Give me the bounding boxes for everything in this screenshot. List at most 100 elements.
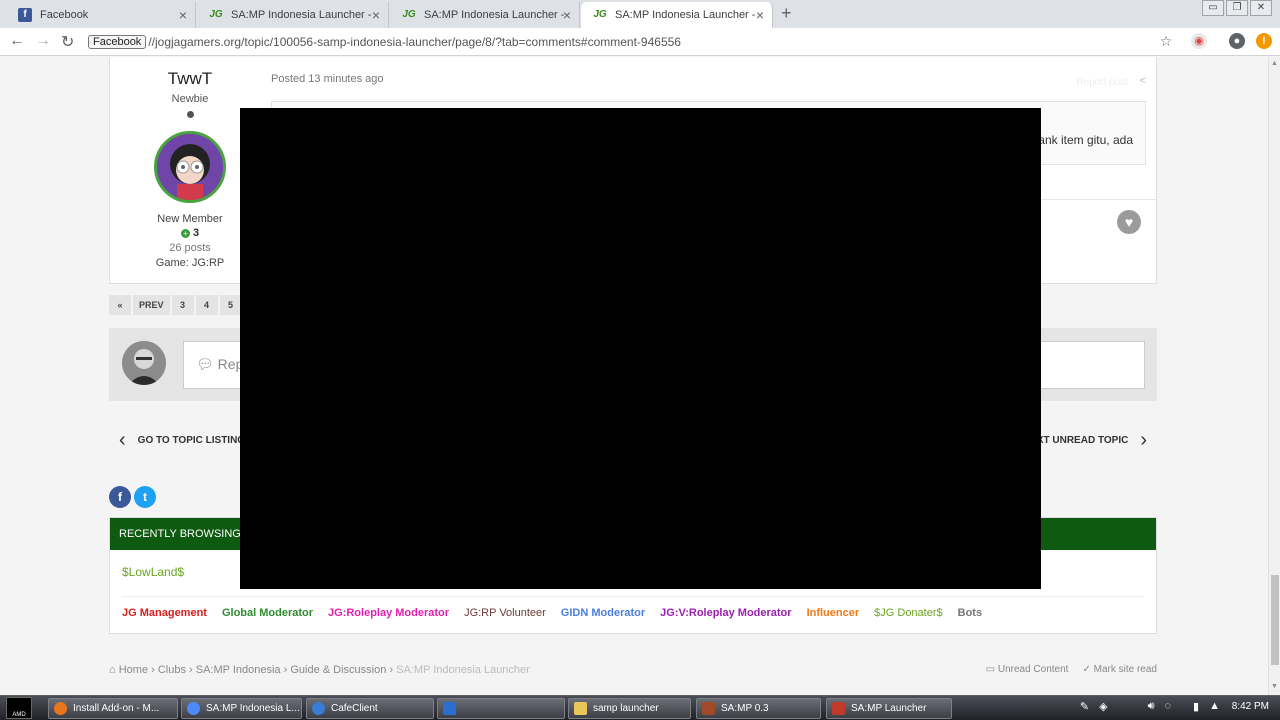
- jg-icon: JG: [402, 9, 416, 20]
- scroll-thumb[interactable]: [1271, 575, 1279, 665]
- pen-icon[interactable]: ✎: [1080, 700, 1089, 713]
- taskbar-item-samp[interactable]: SA:MP 0.3: [696, 698, 821, 719]
- breadcrumb: ⌂ Home › Clubs › SA:MP Indonesia › Guide…: [109, 664, 530, 676]
- chevron-left-icon: ‹: [119, 429, 126, 451]
- new-tab-button[interactable]: +: [781, 3, 792, 24]
- tab-samp-launcher-page[interactable]: JG SA:MP Indonesia Launcher - Pag ×: [197, 2, 389, 28]
- author-rank: Newbie: [171, 93, 209, 105]
- extension-icon[interactable]: ◉: [1191, 33, 1207, 49]
- page-button-5[interactable]: 5: [219, 295, 242, 315]
- reputation-value: 3: [192, 227, 200, 239]
- breadcrumb-clubs[interactable]: Clubs: [158, 664, 186, 676]
- legend-divider: [122, 596, 1144, 597]
- update-alert-icon[interactable]: !: [1256, 33, 1272, 49]
- prev-page-button[interactable]: PREV: [133, 295, 170, 315]
- browser-toolbar: ← → ↻ Facebook //jogjagamers.org/topic/1…: [0, 28, 1280, 56]
- firefox-icon: [54, 702, 67, 715]
- scroll-down-icon[interactable]: ▼: [1271, 683, 1278, 690]
- chrome-icon: [187, 702, 200, 715]
- url-text: //jogjagamers.org/topic/100056-samp-indo…: [148, 35, 681, 49]
- taskbar-item-firefox[interactable]: Install Add-on - M...: [48, 698, 178, 719]
- current-user-avatar[interactable]: [122, 341, 166, 385]
- page-button-3[interactable]: 3: [171, 295, 194, 315]
- bookmark-star-icon[interactable]: ☆: [1158, 33, 1174, 49]
- legend-influencer: Influencer: [806, 607, 860, 619]
- report-post-link[interactable]: Report post: [1076, 77, 1128, 88]
- window-controls: ▭ ❐ ✕: [1202, 0, 1272, 16]
- close-icon[interactable]: ×: [372, 7, 380, 23]
- tab-samp-launcher-guide[interactable]: JG SA:MP Indonesia Launcher - Guic ×: [390, 2, 580, 28]
- facebook-icon: f: [18, 8, 32, 22]
- jg-icon: JG: [593, 9, 607, 20]
- taskbar-item-cafeclient[interactable]: CafeClient: [306, 698, 434, 719]
- sync-icon[interactable]: ◌: [1165, 700, 1172, 713]
- page-scrollbar[interactable]: ▲ ▼: [1268, 57, 1280, 695]
- browsing-user[interactable]: $LowLand$: [122, 565, 184, 579]
- recently-browsing-title: RECENTLY BROWSING: [119, 528, 241, 540]
- legend-gidn-moderator: GIDN Moderator: [560, 607, 646, 619]
- unread-content-link[interactable]: ▭ Unread Content: [986, 664, 1069, 675]
- group-legend: JG Management Global Moderator JG:Rolepl…: [122, 607, 982, 619]
- topic-listing-label: GO TO TOPIC LISTING: [137, 435, 246, 446]
- battery-icon[interactable]: ▮: [1193, 700, 1199, 713]
- next-unread-topic-link[interactable]: EXT UNREAD TOPIC ›: [1030, 429, 1147, 452]
- close-icon[interactable]: ×: [563, 7, 571, 23]
- breadcrumb-home[interactable]: Home: [119, 664, 148, 676]
- social-share: f t: [109, 486, 156, 508]
- taskbar: AMD Install Add-on - M... SA:MP Indonesi…: [0, 695, 1280, 720]
- breadcrumb-current: SA:MP Indonesia Launcher: [396, 664, 530, 676]
- browser-tab-bar: f Facebook × JG SA:MP Indonesia Launcher…: [0, 0, 1280, 28]
- close-window-button[interactable]: ✕: [1250, 0, 1272, 16]
- breadcrumb-samp-indonesia[interactable]: SA:MP Indonesia: [196, 664, 281, 676]
- taskbar-clock[interactable]: 8:42 PM: [1232, 701, 1269, 712]
- volume-icon[interactable]: 🔊︎: [1148, 700, 1155, 713]
- address-bar[interactable]: Facebook //jogjagamers.org/topic/100056-…: [88, 31, 1178, 53]
- back-arrow-icon[interactable]: ←: [9, 32, 25, 50]
- go-to-topic-listing-link[interactable]: ‹ GO TO TOPIC LISTING: [119, 429, 245, 452]
- close-icon[interactable]: ×: [756, 7, 764, 23]
- taskbar-item-app[interactable]: [437, 698, 565, 719]
- taskbar-item-samp-launcher[interactable]: SA:MP Launcher: [826, 698, 952, 719]
- avatar-image: [122, 341, 166, 385]
- tab-title: Facebook: [40, 9, 89, 21]
- first-page-button[interactable]: «: [109, 295, 131, 315]
- system-tray: ✎ ◈ 🔊︎ ◌ ▮ ▲: [1080, 700, 1220, 713]
- legend-jgv-roleplay-moderator: JG:V:Roleplay Moderator: [660, 607, 792, 619]
- maximize-button[interactable]: ❐: [1226, 0, 1248, 16]
- start-button[interactable]: AMD: [6, 697, 32, 719]
- breadcrumb-guide-discussion[interactable]: Guide & Discussion: [290, 664, 386, 676]
- notification-icon[interactable]: ▲: [1209, 700, 1220, 713]
- twitter-share-icon[interactable]: t: [134, 486, 156, 508]
- legend-jg-donater: $JG Donater$: [874, 607, 943, 619]
- comment-icon: 💬︎: [196, 356, 218, 372]
- scroll-up-icon[interactable]: ▲: [1271, 60, 1278, 67]
- author-avatar[interactable]: [154, 131, 226, 203]
- taskbar-item-samp-launcher-folder[interactable]: samp launcher: [568, 698, 691, 719]
- minimize-button[interactable]: ▭: [1202, 0, 1224, 16]
- tab-facebook[interactable]: f Facebook ×: [6, 2, 196, 28]
- chevron-right-icon: ›: [1140, 429, 1147, 451]
- legend-bots: Bots: [957, 607, 983, 619]
- close-icon[interactable]: ×: [179, 7, 187, 23]
- tab-title: SA:MP Indonesia Launcher - Pag: [615, 9, 755, 21]
- network-icon[interactable]: ◈: [1099, 700, 1107, 713]
- mark-site-read-link[interactable]: ✓ Mark site read: [1082, 664, 1157, 675]
- footer-links: ▭ Unread Content ✓ Mark site read: [986, 664, 1157, 675]
- page-button-4[interactable]: 4: [195, 295, 218, 315]
- tab-samp-launcher-active[interactable]: JG SA:MP Indonesia Launcher - Pag ×: [581, 2, 773, 28]
- taskbar-item-chrome[interactable]: SA:MP Indonesia L...: [181, 698, 302, 719]
- reputation-plus-icon: +: [180, 228, 190, 238]
- share-icon[interactable]: <: [1140, 75, 1146, 87]
- author-name[interactable]: TwwT: [110, 69, 270, 89]
- facebook-share-icon[interactable]: f: [109, 486, 131, 508]
- post-timestamp[interactable]: Posted 13 minutes ago: [271, 73, 384, 85]
- forward-arrow-icon[interactable]: →: [35, 32, 51, 50]
- check-icon: ✓: [1082, 664, 1094, 675]
- reload-icon[interactable]: ↻: [61, 32, 74, 52]
- profile-icon[interactable]: ●: [1229, 33, 1245, 49]
- black-overlay-window: [240, 108, 1041, 589]
- samp-launcher-icon: [832, 702, 845, 715]
- folder-icon: [574, 702, 587, 715]
- samp-icon: [702, 702, 715, 715]
- like-heart-icon[interactable]: ♥: [1117, 210, 1141, 234]
